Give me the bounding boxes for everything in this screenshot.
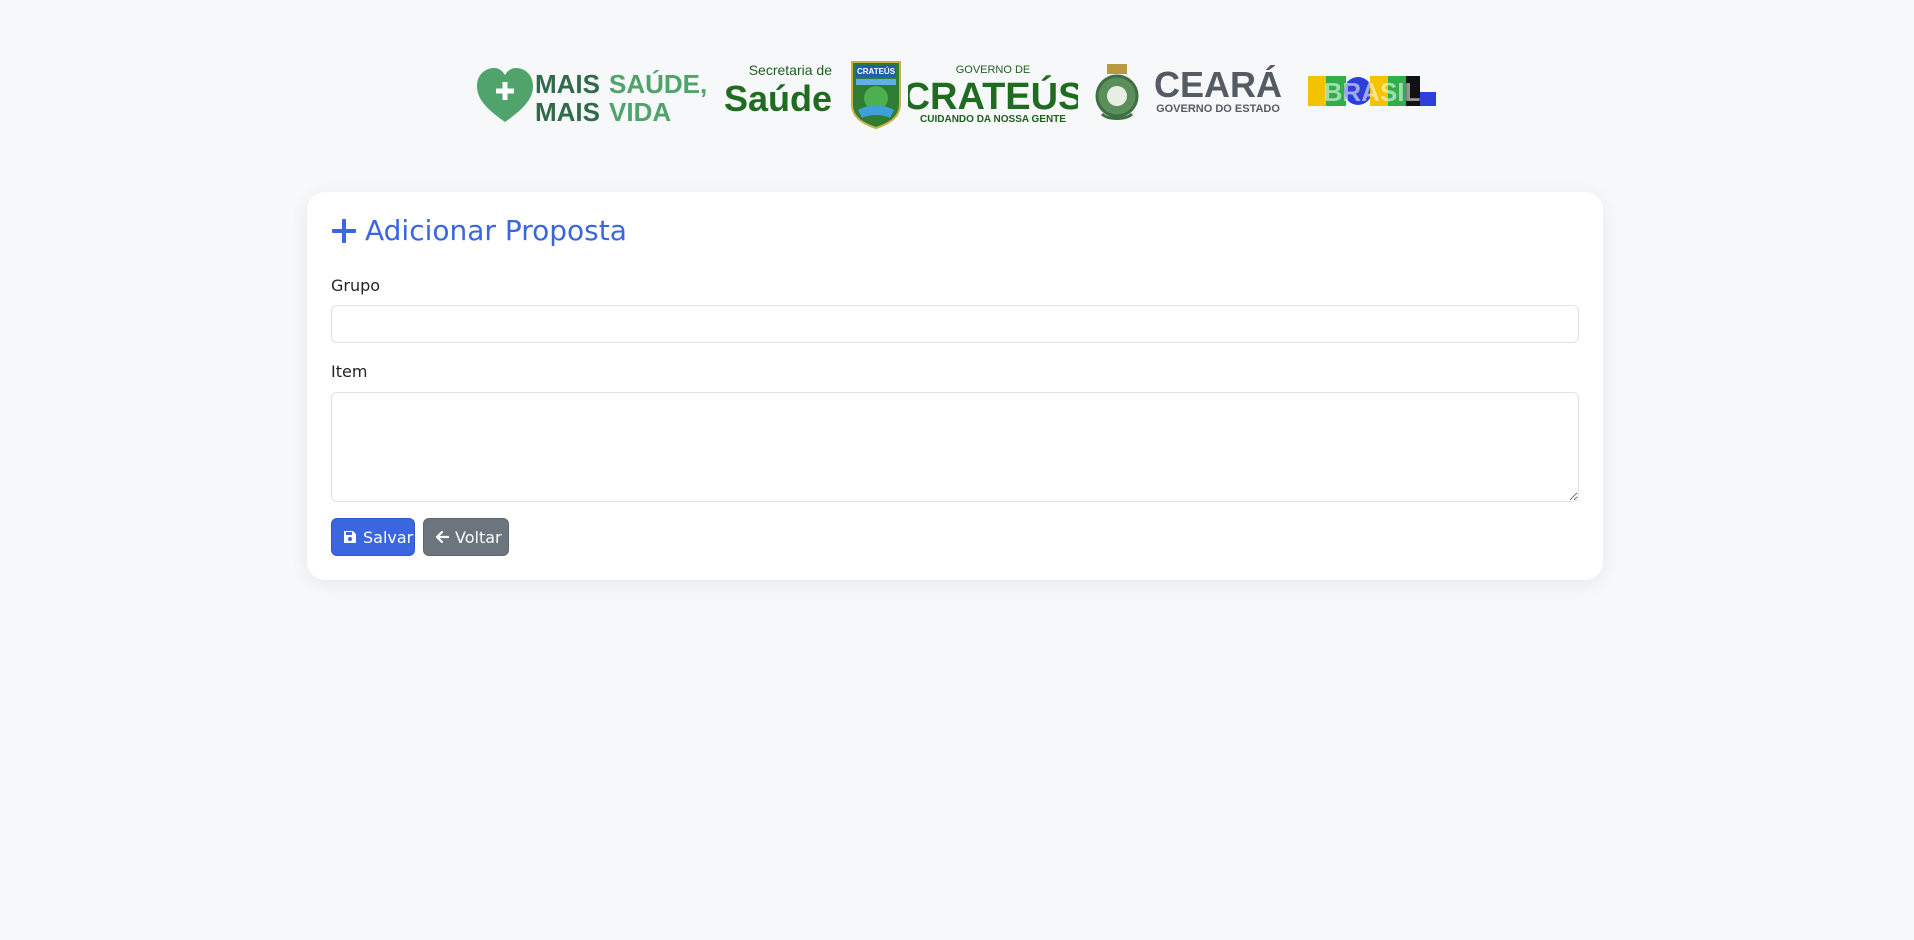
ceara-logo: CEARÁ GOVERNO DO ESTADO [1148, 62, 1290, 118]
arrow-left-icon [435, 530, 449, 544]
item-textarea[interactable] [331, 392, 1579, 502]
mais-saude-line1-a: MAIS [535, 69, 600, 99]
save-button-label: Salvar [363, 527, 414, 547]
secretaria-saude-logo: Secretaria de Saúde [720, 60, 836, 120]
page-title-text: Adicionar Proposta [365, 214, 627, 247]
secretaria-main-text: Saúde [724, 78, 832, 119]
crateus-logo: GOVERNO DE CRATEÚS CUIDANDO DA NOSSA GEN… [908, 62, 1078, 126]
ceara-main-text: CEARÁ [1154, 64, 1282, 105]
floppy-disk-icon [343, 530, 357, 544]
proposal-form-card: Adicionar Proposta Grupo Item Salvar Vol… [307, 192, 1603, 580]
crateus-top-text: GOVERNO DE [956, 64, 1031, 76]
brasil-main-text: BRASIL [1324, 77, 1421, 107]
brasil-logo: BRASIL [1308, 74, 1438, 110]
ceara-crest [1094, 62, 1140, 124]
logo-bar: MAIS SAÚDE, MAIS VIDA Secretaria de Saúd… [0, 0, 1914, 150]
back-button[interactable]: Voltar [423, 518, 509, 556]
grupo-label: Grupo [331, 276, 381, 295]
mais-saude-logo: MAIS SAÚDE, MAIS VIDA [475, 62, 707, 128]
mais-saude-line1-b: SAÚDE, [609, 69, 707, 99]
secretaria-top-text: Secretaria de [749, 62, 832, 78]
item-label: Item [331, 362, 368, 381]
crateus-main-text: CRATEÚS [908, 74, 1078, 118]
crest-label: CRATEÚS [857, 67, 896, 76]
mais-saude-line2-a: MAIS [535, 97, 600, 127]
back-button-label: Voltar [455, 527, 502, 547]
mais-saude-line2-b: VIDA [609, 97, 671, 127]
grupo-input[interactable] [331, 305, 1579, 343]
save-button[interactable]: Salvar [331, 518, 415, 556]
page-title: Adicionar Proposta [331, 214, 627, 247]
plus-icon [331, 218, 357, 244]
ceara-sub-text: GOVERNO DO ESTADO [1156, 103, 1280, 115]
crateus-bottom-text: CUIDANDO DA NOSSA GENTE [920, 114, 1066, 125]
crateus-crest: CRATEÚS [850, 60, 902, 130]
